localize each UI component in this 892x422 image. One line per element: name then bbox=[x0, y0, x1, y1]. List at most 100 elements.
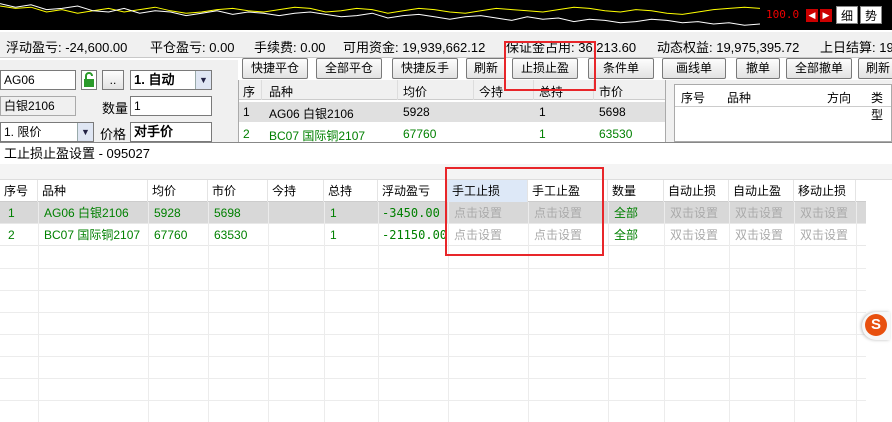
mini-cell: 5698 bbox=[599, 105, 626, 119]
quick-reverse-button[interactable]: 快捷反手 bbox=[392, 58, 458, 79]
cell-today-position bbox=[270, 202, 274, 224]
cancel-order-button[interactable]: 撤单 bbox=[736, 58, 780, 79]
cancel-all-button[interactable]: 全部撤单 bbox=[786, 58, 852, 79]
auto-open-close-select[interactable]: 1. 自动 ▼ bbox=[130, 70, 212, 90]
dynamic-equity: 动态权益: 19,975,395.72 bbox=[657, 40, 800, 55]
order-entry-panel: AG06 .. 1. 自动 ▼ 白银2106 数量 1 1. 限价 ▼ 价格 对手价 bbox=[0, 60, 238, 142]
cell-total-position: 1 bbox=[330, 228, 337, 242]
cell-market-price: 63530 bbox=[214, 228, 248, 242]
mini-cell: 67760 bbox=[403, 127, 437, 141]
ticker-prev-icon[interactable]: ◀ bbox=[806, 9, 818, 22]
mini-cell: 1 bbox=[243, 105, 250, 119]
cell-seq: 1 bbox=[8, 206, 15, 220]
qty-label: 数量 bbox=[102, 101, 129, 116]
cell-symbol: AG06 白银2106 bbox=[44, 206, 129, 220]
ticker-value: 100.0 bbox=[766, 8, 800, 21]
cell-total-position: 1 bbox=[330, 206, 337, 220]
auto-open-close-value: 1. 自动 bbox=[134, 72, 175, 87]
col-floating-pnl: 浮动盈亏 bbox=[378, 180, 448, 202]
cell-manual-stop-loss[interactable]: 点击设置 bbox=[450, 202, 502, 224]
mini-cell: 63530 bbox=[599, 127, 633, 141]
table-row[interactable]: 1 AG06 白银2106 5928 5698 1 -3450.00 点击设置 … bbox=[0, 202, 866, 224]
cell-manual-stop-loss[interactable]: 点击设置 bbox=[450, 224, 502, 246]
mini-col-avg: 均价 bbox=[403, 85, 428, 99]
chevron-down-icon: ▼ bbox=[77, 123, 93, 141]
line-order-button[interactable]: 画线单 bbox=[662, 58, 726, 79]
col-auto-take-profit[interactable]: 自动止盈 bbox=[729, 180, 794, 202]
col-total-position: 总持 bbox=[324, 180, 378, 202]
conditional-order-button[interactable]: 条件单 bbox=[588, 58, 654, 79]
ticker-series-0 bbox=[0, 5, 760, 15]
dialog-toolbar bbox=[0, 164, 892, 180]
table-row[interactable]: 2 BC07 国际铜2107 67760 63530 1 -21150.00 点… bbox=[0, 224, 866, 246]
col-quantity: 数量 bbox=[608, 180, 664, 202]
ticker-tab-trend[interactable]: 势 bbox=[860, 6, 883, 24]
col-trailing-stop[interactable]: 移动止损 bbox=[794, 180, 856, 202]
stop-profit-button[interactable]: 止损止盈 bbox=[512, 58, 578, 79]
orders-table: 序号 品种 方向 类型 bbox=[674, 84, 892, 142]
orders-col-symbol: 品种 bbox=[727, 91, 752, 105]
col-symbol: 品种 bbox=[38, 180, 148, 202]
price-input[interactable]: 对手价 bbox=[130, 122, 212, 142]
mini-col-total: 总持 bbox=[539, 85, 564, 99]
mini-cell: BC07 国际铜2107 bbox=[269, 129, 366, 142]
chevron-down-icon: ▼ bbox=[195, 71, 211, 89]
cell-avg-price: 5928 bbox=[154, 206, 181, 220]
fee: 手续费: 0.00 bbox=[254, 40, 326, 55]
order-type-value: 1. 限价 bbox=[4, 125, 42, 139]
close-all-button[interactable]: 全部平仓 bbox=[316, 58, 382, 79]
prev-settlement: 上日结算: 19, bbox=[820, 40, 892, 55]
contract-code-input[interactable]: AG06 bbox=[0, 70, 76, 90]
ticker-series-1 bbox=[0, 3, 760, 26]
mini-table-row[interactable]: 2 BC07 国际铜2107 67760 1 63530 bbox=[239, 124, 665, 142]
orders-table-header: 序号 品种 方向 类型 bbox=[675, 85, 891, 122]
col-auto-stop-loss[interactable]: 自动止损 bbox=[664, 180, 729, 202]
mini-col-today: 今持 bbox=[479, 85, 504, 99]
col-seq: 序号 bbox=[0, 180, 38, 202]
orders-col-direction: 方向 bbox=[827, 91, 852, 105]
margin-used: 保证金占用: 36,213.60 bbox=[506, 40, 637, 55]
account-summary-bar: 浮动盈亏: -24,600.00 平仓盈亏: 0.00 手续费: 0.00 可用… bbox=[0, 32, 892, 58]
ticker-next-icon[interactable]: ▶ bbox=[820, 9, 832, 22]
cell-auto-take-profit[interactable]: 双击设置 bbox=[731, 202, 783, 224]
mini-table-row[interactable]: 1 AG06 白银2106 5928 1 5698 bbox=[239, 102, 665, 122]
refresh-button[interactable]: 刷新 bbox=[466, 58, 506, 79]
cell-trailing-stop[interactable]: 双击设置 bbox=[796, 202, 848, 224]
qty-input[interactable]: 1 bbox=[130, 96, 212, 116]
cell-auto-take-profit[interactable]: 双击设置 bbox=[731, 224, 783, 246]
dialog-title: 工止损止盈设置 - 095027 bbox=[0, 142, 892, 164]
floating-pnl: 浮动盈亏: -24,600.00 bbox=[6, 40, 128, 55]
cell-seq: 2 bbox=[8, 228, 15, 242]
contract-name-field: 白银2106 bbox=[0, 96, 76, 116]
cell-quantity[interactable]: 全部 bbox=[610, 224, 638, 246]
cell-auto-stop-loss[interactable]: 双击设置 bbox=[666, 224, 718, 246]
ticker-sparkline bbox=[0, 3, 760, 26]
stop-profit-table-header: 序号 品种 均价 市价 今持 总持 浮动盈亏 手工止损 手工止盈 数量 自动止损… bbox=[0, 180, 866, 202]
vertical-scrollbar[interactable] bbox=[866, 180, 892, 422]
col-avg-price: 均价 bbox=[148, 180, 208, 202]
col-manual-stop-loss[interactable]: 手工止损 bbox=[448, 180, 528, 202]
col-manual-take-profit[interactable]: 手工止盈 bbox=[528, 180, 608, 202]
positions-mini-table: 序 品种 均价 今持 总持 市价 1 AG06 白银2106 5928 1 56… bbox=[238, 80, 666, 142]
order-type-select[interactable]: 1. 限价 ▼ bbox=[0, 122, 94, 142]
cell-quantity[interactable]: 全部 bbox=[610, 202, 638, 224]
lock-icon[interactable] bbox=[81, 70, 97, 90]
mini-cell: 1 bbox=[539, 105, 546, 119]
cell-market-price: 5698 bbox=[214, 206, 241, 220]
ticker-tab-detail[interactable]: 细 bbox=[836, 6, 859, 24]
cell-avg-price: 67760 bbox=[154, 228, 188, 242]
quick-close-button[interactable]: 快捷平仓 bbox=[242, 58, 308, 79]
cell-manual-take-profit[interactable]: 点击设置 bbox=[530, 202, 582, 224]
cell-auto-stop-loss[interactable]: 双击设置 bbox=[666, 202, 718, 224]
col-market-price: 市价 bbox=[208, 180, 268, 202]
price-ticker-strip: 100.0 ◀ ▶ 细 势 bbox=[0, 0, 892, 30]
cell-symbol: BC07 国际铜2107 bbox=[44, 228, 141, 242]
cell-manual-take-profit[interactable]: 点击设置 bbox=[530, 224, 582, 246]
cell-trailing-stop[interactable]: 双击设置 bbox=[796, 224, 848, 246]
sogou-ime-icon[interactable]: S bbox=[862, 312, 890, 340]
mini-col-seq: 序 bbox=[243, 85, 256, 99]
refresh-orders-button[interactable]: 刷新 bbox=[858, 58, 892, 79]
available-funds: 可用资金: 19,939,662.12 bbox=[343, 40, 486, 55]
mini-table-header: 序 品种 均价 今持 总持 市价 bbox=[239, 80, 665, 100]
more-button[interactable]: .. bbox=[102, 70, 124, 90]
